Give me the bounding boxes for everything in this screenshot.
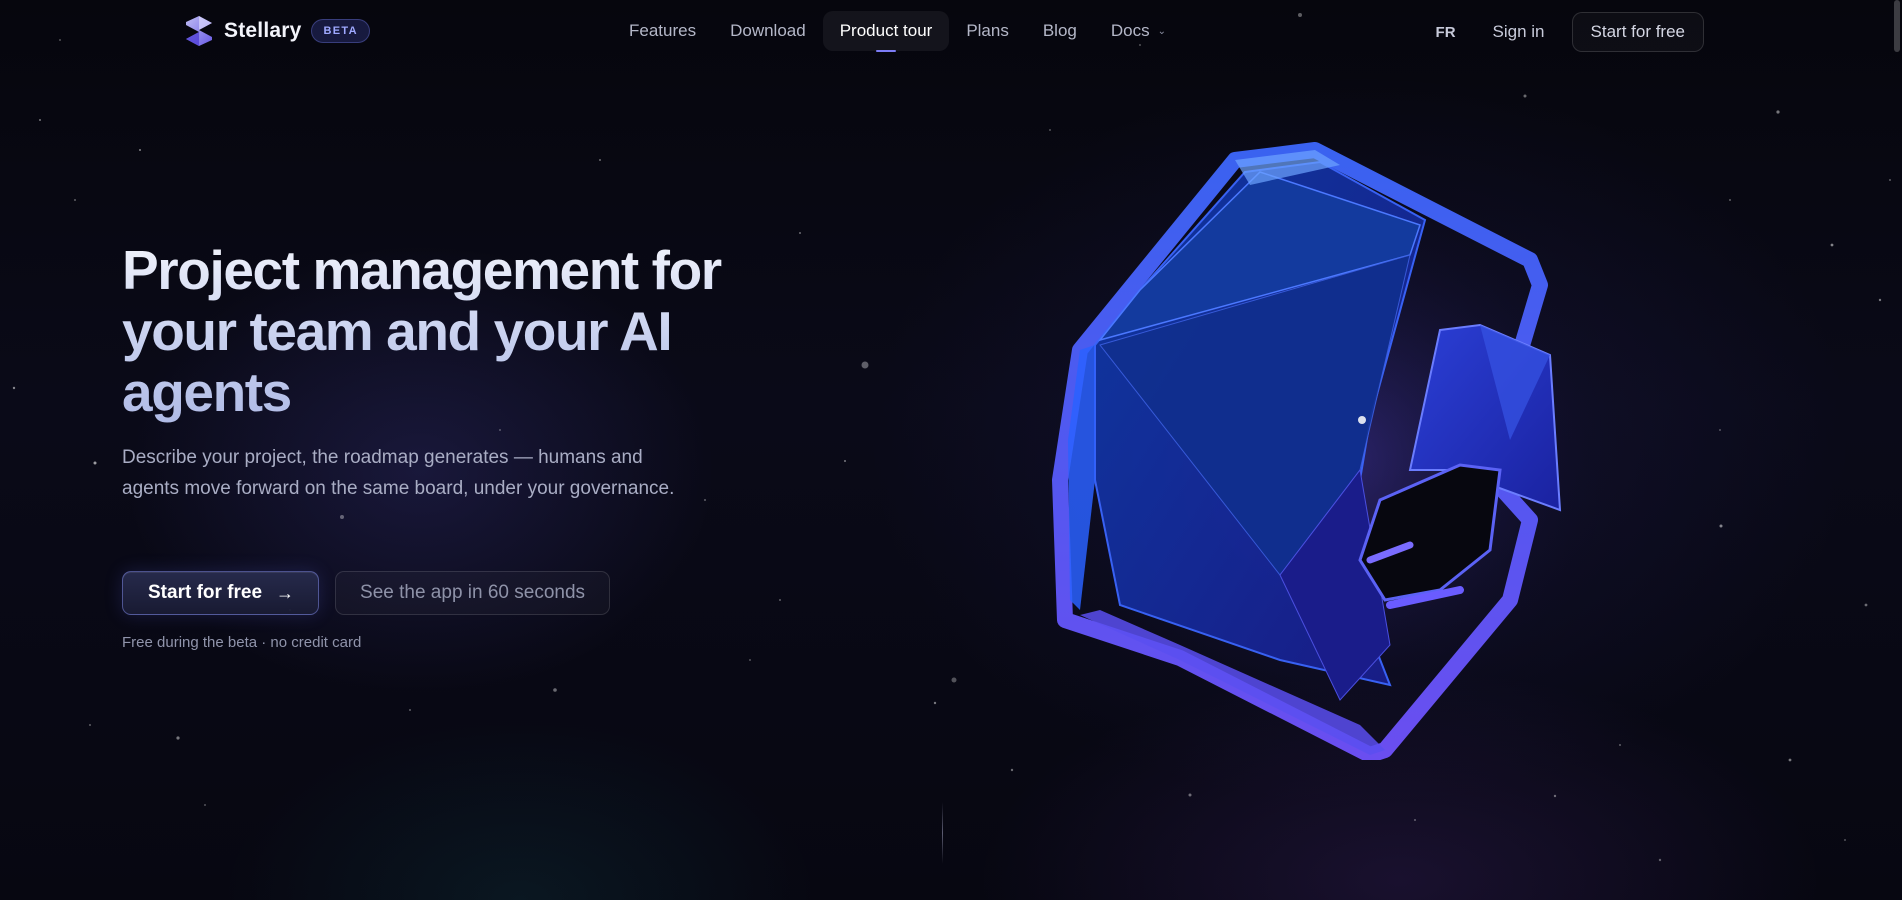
nav-link-download[interactable]: Download <box>713 11 823 51</box>
beta-badge: BETA <box>311 19 370 43</box>
brand-name: Stellary <box>224 19 302 42</box>
nav-start-for-free-button[interactable]: Start for free <box>1571 12 1704 52</box>
hero-section: Project management for your team and you… <box>122 240 782 504</box>
chevron-down-icon: ⌄ <box>1157 25 1166 37</box>
nav-link-blog[interactable]: Blog <box>1026 11 1094 51</box>
sign-in-link[interactable]: Sign in <box>1493 22 1545 42</box>
hero-title-line-1: Project management for <box>122 239 721 301</box>
nav-link-product-tour[interactable]: Product tour <box>822 11 950 52</box>
nav-actions: FR Sign in Start for free <box>1436 12 1704 52</box>
arrow-right-icon: → <box>276 582 295 603</box>
brand[interactable]: Stellary BETA <box>184 14 370 48</box>
start-for-free-label: Start for free <box>148 582 263 603</box>
hero-cta-row: Start for free → See the app in 60 secon… <box>122 571 611 615</box>
nav-link-docs-label: Docs <box>1110 21 1150 40</box>
hero-title: Project management for your team and you… <box>122 240 782 423</box>
nav-link-docs[interactable]: Docs ⌄ <box>1094 11 1183 51</box>
language-switcher[interactable]: FR <box>1436 24 1456 41</box>
hero-subtitle: Describe your project, the roadmap gener… <box>122 447 675 499</box>
beta-pricing-note: Free during the beta · no credit card <box>122 634 362 651</box>
scroll-indicator-line <box>942 802 943 864</box>
blue-crystal-polyhedron-illustration <box>1040 142 1620 760</box>
top-navigation: Stellary BETA Features Download Product … <box>0 0 1902 62</box>
stellary-s-logo-icon <box>186 16 212 46</box>
nav-link-features[interactable]: Features <box>612 11 713 51</box>
page-scrollbar[interactable] <box>1894 0 1900 52</box>
main-menu: Features Download Product tour Plans Blo… <box>612 11 1183 52</box>
start-for-free-button[interactable]: Start for free → <box>122 571 320 615</box>
nav-link-plans[interactable]: Plans <box>949 11 1026 51</box>
see-app-demo-button[interactable]: See the app in 60 seconds <box>335 571 611 615</box>
hero-title-line-2: your team and your AI <box>122 300 672 362</box>
hero-title-line-3: agents <box>122 361 291 423</box>
